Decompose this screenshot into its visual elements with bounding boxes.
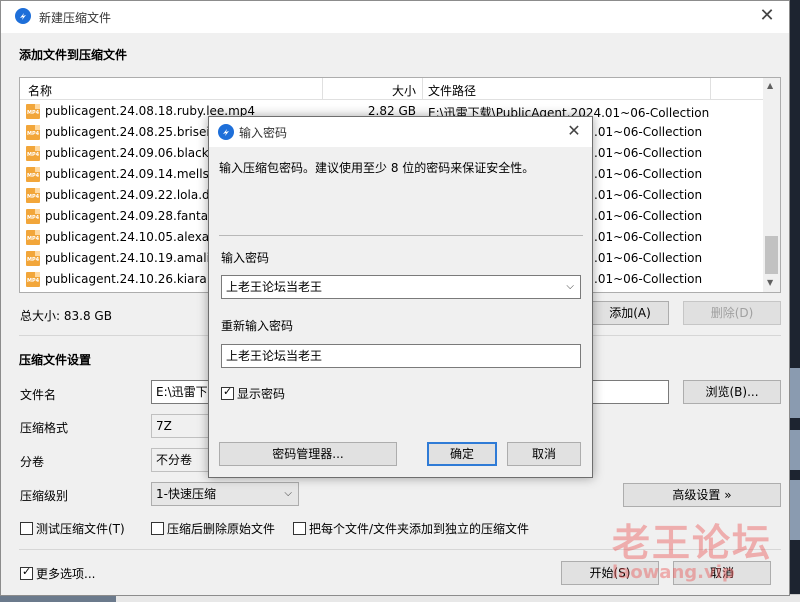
confirm-password-label: 重新输入密码 bbox=[221, 319, 294, 333]
column-divider bbox=[422, 78, 423, 100]
browse-button[interactable]: 浏览(B)... bbox=[683, 380, 781, 404]
level-value: 1-快速压缩 bbox=[156, 487, 216, 501]
video-file-icon: MP4 bbox=[26, 251, 40, 266]
separate-archives-label: 把每个文件/文件夹添加到独立的压缩文件 bbox=[309, 522, 530, 536]
more-options-checkbox[interactable] bbox=[20, 565, 33, 580]
password-input[interactable]: 上老王论坛当老王 ⌵ bbox=[221, 275, 581, 299]
background-thumbnail bbox=[790, 430, 800, 470]
show-password-label: 显示密码 bbox=[237, 387, 286, 401]
file-name: publicagent.24.09.14.mells.bl bbox=[45, 167, 224, 181]
more-options-label: 更多选项... bbox=[36, 567, 96, 581]
app-logo-icon bbox=[218, 124, 234, 140]
level-select[interactable]: 1-快速压缩 ⌵ bbox=[151, 482, 299, 506]
window-title: 新建压缩文件 bbox=[39, 11, 112, 25]
close-icon[interactable]: ✕ bbox=[755, 5, 779, 27]
video-file-icon: MP4 bbox=[26, 272, 40, 287]
video-file-icon: MP4 bbox=[26, 230, 40, 245]
format-select[interactable]: 7Z bbox=[151, 414, 211, 438]
title-bar: 新建压缩文件 ✕ bbox=[1, 1, 789, 33]
split-label: 分卷 bbox=[20, 455, 45, 469]
background-thumbnail bbox=[790, 368, 800, 418]
delete-after-label: 压缩后删除原始文件 bbox=[167, 522, 276, 536]
scroll-down-icon[interactable]: ▼ bbox=[767, 278, 773, 287]
filename-label: 文件名 bbox=[20, 388, 57, 402]
close-icon[interactable]: ✕ bbox=[562, 120, 586, 142]
password-manager-button[interactable]: 密码管理器... bbox=[219, 442, 397, 466]
column-path[interactable]: 文件路径 bbox=[428, 82, 476, 99]
file-path: .01~06-Collection bbox=[594, 188, 703, 202]
list-scrollbar[interactable]: ▲ ▼ bbox=[763, 78, 780, 292]
level-label: 压缩级别 bbox=[20, 489, 69, 503]
password-label: 输入密码 bbox=[221, 251, 270, 265]
video-file-icon: MP4 bbox=[26, 167, 40, 182]
divider bbox=[219, 235, 583, 236]
watermark-text: 老王论坛 bbox=[612, 521, 773, 565]
password-value: 上老王论坛当老王 bbox=[226, 280, 323, 294]
add-files-heading: 添加文件到压缩文件 bbox=[19, 48, 128, 62]
delete-after-checkbox[interactable] bbox=[151, 522, 164, 535]
column-divider bbox=[322, 78, 323, 100]
ok-button[interactable]: 确定 bbox=[427, 442, 497, 466]
background-thumbnail bbox=[790, 480, 800, 540]
file-path: .01~06-Collection bbox=[594, 125, 703, 139]
confirm-password-input[interactable]: 上老王论坛当老王 bbox=[221, 344, 581, 368]
show-password-checkbox[interactable] bbox=[221, 385, 234, 400]
file-path: .01~06-Collection bbox=[594, 209, 703, 223]
watermark-url: laowang.vip bbox=[612, 562, 735, 583]
scroll-thumb[interactable] bbox=[765, 236, 778, 274]
dialog-title-bar: 输入密码 ✕ bbox=[209, 117, 592, 147]
add-button[interactable]: 添加(A) bbox=[591, 301, 669, 325]
file-path: .01~06-Collection bbox=[594, 230, 703, 244]
settings-heading: 压缩文件设置 bbox=[19, 353, 92, 367]
list-header: 名称 大小 文件路径 bbox=[20, 78, 763, 100]
file-name: publicagent.24.10.26.kiara.lo bbox=[45, 272, 222, 286]
file-name: publicagent.24.09.28.fanta.sie bbox=[45, 209, 229, 223]
dialog-cancel-button[interactable]: 取消 bbox=[507, 442, 581, 466]
format-label: 压缩格式 bbox=[20, 421, 69, 435]
file-path: .01~06-Collection bbox=[594, 146, 703, 160]
dialog-title: 输入密码 bbox=[239, 126, 288, 140]
file-name: publicagent.24.08.25.briseida bbox=[45, 125, 225, 139]
chevron-down-icon[interactable]: ⌵ bbox=[566, 276, 574, 298]
dialog-description: 输入压缩包密码。建议使用至少 8 位的密码来保证安全性。 bbox=[219, 161, 535, 175]
video-file-icon: MP4 bbox=[26, 209, 40, 224]
file-path: .01~06-Collection bbox=[594, 272, 703, 286]
video-file-icon: MP4 bbox=[26, 188, 40, 203]
file-path: .01~06-Collection bbox=[594, 251, 703, 265]
file-name: publicagent.24.09.22.lola.dar bbox=[45, 188, 222, 202]
column-divider bbox=[710, 78, 711, 100]
file-path: .01~06-Collection bbox=[594, 167, 703, 181]
file-name: publicagent.24.10.05.alexa.th bbox=[45, 230, 226, 244]
chevron-down-icon: ⌵ bbox=[284, 488, 292, 499]
split-select[interactable]: 不分卷 bbox=[151, 448, 211, 472]
test-label: 测试压缩文件(T) bbox=[36, 522, 125, 536]
video-file-icon: MP4 bbox=[26, 146, 40, 161]
advanced-settings-button[interactable]: 高级设置 » bbox=[623, 483, 781, 507]
scroll-up-icon[interactable]: ▲ bbox=[767, 81, 773, 90]
column-size[interactable]: 大小 bbox=[392, 82, 416, 99]
video-file-icon: MP4 bbox=[26, 125, 40, 140]
file-name: publicagent.24.10.19.amalia.c bbox=[45, 251, 228, 265]
total-size: 总大小: 83.8 GB bbox=[20, 309, 112, 323]
file-name: publicagent.24.09.06.black.an bbox=[45, 146, 228, 160]
separate-archives-checkbox[interactable] bbox=[293, 522, 306, 535]
password-dialog: 输入密码 ✕ 输入压缩包密码。建议使用至少 8 位的密码来保证安全性。 输入密码… bbox=[208, 116, 593, 478]
delete-button[interactable]: 删除(D) bbox=[683, 301, 781, 325]
test-checkbox[interactable] bbox=[20, 522, 33, 535]
app-logo-icon bbox=[15, 8, 31, 24]
column-name[interactable]: 名称 bbox=[28, 82, 52, 99]
video-file-icon: MP4 bbox=[26, 104, 40, 119]
